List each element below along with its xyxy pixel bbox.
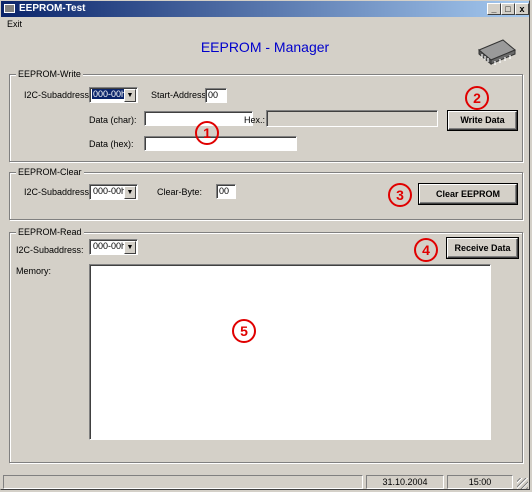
hex-display — [266, 110, 438, 127]
status-time: 15:00 — [447, 475, 513, 489]
receive-data-button[interactable]: Receive Data — [447, 238, 518, 258]
status-bar: 31.10.2004 15:00 — [1, 474, 529, 490]
clear-byte-label: Clear-Byte: — [157, 187, 203, 197]
read-subaddress-value: 000-00h — [93, 241, 127, 251]
page-title: EEPROM - Manager — [200, 39, 330, 55]
resize-grip-icon[interactable] — [517, 478, 528, 489]
menu-bar: Exit — [1, 17, 529, 32]
clear-eeprom-button[interactable]: Clear EEPROM — [419, 184, 517, 204]
write-legend: EEPROM-Write — [16, 69, 83, 79]
hex-label: Hex.: — [244, 115, 266, 125]
chevron-down-icon[interactable]: ▼ — [124, 241, 136, 254]
clear-subaddress-value: 000-00h — [93, 186, 127, 196]
callout-1: 1 — [195, 121, 219, 145]
title-bar[interactable]: EEPROM-Test _ □ x — [1, 1, 529, 17]
write-subaddress-select[interactable]: 000-00h ▼ — [89, 87, 138, 103]
clear-legend: EEPROM-Clear — [16, 167, 84, 177]
start-address-input[interactable]: 00 — [205, 88, 227, 103]
close-button[interactable]: x — [515, 3, 529, 15]
clear-subaddress-label: I2C-Subaddress: — [24, 187, 92, 197]
maximize-button[interactable]: □ — [501, 3, 515, 15]
write-subaddress-label: I2C-Subaddress: — [24, 90, 92, 100]
data-hex-label: Data (hex): — [89, 139, 134, 149]
data-char-label: Data (char): — [89, 115, 137, 125]
status-main — [3, 475, 363, 489]
app-window: EEPROM-Test _ □ x Exit EEPROM - Manager … — [0, 0, 530, 490]
chip-icon — [478, 39, 516, 66]
read-subaddress-label: I2C-Subaddress: — [16, 245, 84, 255]
clear-subaddress-select[interactable]: 000-00h ▼ — [89, 184, 138, 200]
write-data-button[interactable]: Write Data — [448, 111, 517, 130]
callout-3: 3 — [388, 183, 412, 207]
memory-textarea[interactable] — [89, 264, 491, 440]
callout-5: 5 — [232, 319, 256, 343]
app-icon — [4, 4, 15, 13]
minimize-button[interactable]: _ — [487, 3, 501, 15]
menu-exit[interactable]: Exit — [7, 19, 22, 29]
callout-2: 2 — [465, 86, 489, 110]
read-legend: EEPROM-Read — [16, 227, 84, 237]
write-subaddress-value: 000-00h — [92, 89, 128, 99]
memory-label: Memory: — [16, 266, 52, 276]
chevron-down-icon[interactable]: ▼ — [124, 186, 136, 199]
clear-byte-input[interactable]: 00 — [216, 184, 236, 199]
chevron-down-icon[interactable]: ▼ — [124, 89, 136, 102]
read-subaddress-select[interactable]: 000-00h ▼ — [89, 239, 138, 255]
status-date: 31.10.2004 — [366, 475, 444, 489]
callout-4: 4 — [414, 238, 438, 262]
data-hex-input[interactable] — [144, 136, 297, 151]
window-title: EEPROM-Test — [19, 3, 86, 14]
start-address-label: Start-Address: — [151, 90, 209, 100]
